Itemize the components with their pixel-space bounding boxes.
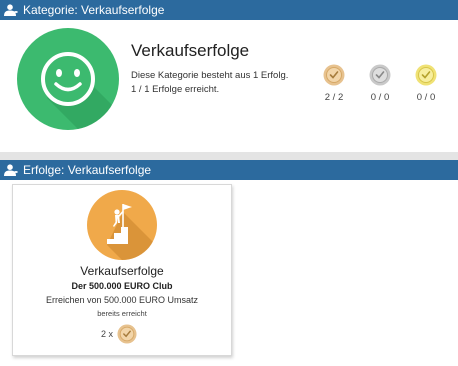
achievement-description: Erreichen von 500.000 EURO Umsatz bbox=[45, 295, 199, 305]
category-progress: 1 / 1 Erfolge erreicht. bbox=[131, 84, 220, 95]
achievements-header-title: Erfolge: Verkaufserfolge bbox=[23, 163, 152, 177]
medal-bronze: 2 / 2 bbox=[314, 64, 354, 103]
achievements-header: Erfolge: Verkaufserfolge bbox=[0, 160, 458, 180]
user-icon bbox=[4, 4, 18, 16]
smiley-face-icon bbox=[17, 28, 119, 130]
user-icon bbox=[4, 164, 18, 176]
silver-medal-icon bbox=[369, 64, 391, 86]
category-description-block: Diese Kategorie besteht aus 1 Erfolg. 1 … bbox=[131, 69, 288, 97]
bronze-medal-icon bbox=[117, 324, 137, 344]
achievement-count: 2 x bbox=[101, 324, 137, 344]
medal-silver-count: 0 / 0 bbox=[370, 92, 390, 103]
category-header: Kategorie: Verkaufserfolge bbox=[0, 0, 458, 20]
bronze-medal-icon bbox=[323, 64, 345, 86]
medal-bronze-count: 2 / 2 bbox=[324, 92, 344, 103]
achievement-count-label: 2 x bbox=[101, 329, 114, 339]
medal-gold: 0 / 0 bbox=[406, 64, 446, 103]
category-panel: Verkaufserfolge Diese Kategorie besteht … bbox=[0, 20, 458, 154]
achievement-card[interactable]: Verkaufserfolge Der 500.000 EURO Club Er… bbox=[12, 184, 232, 356]
medal-silver: 0 / 0 bbox=[360, 64, 400, 103]
achievement-status: bereits erreicht bbox=[97, 309, 147, 318]
achievement-name: Der 500.000 EURO Club bbox=[71, 281, 173, 291]
category-description: Diese Kategorie besteht aus 1 Erfolg. bbox=[131, 70, 289, 81]
summit-flag-climber-icon bbox=[87, 190, 157, 260]
category-header-title: Kategorie: Verkaufserfolge bbox=[23, 3, 165, 17]
gold-medal-icon bbox=[415, 64, 437, 86]
medal-gold-count: 0 / 0 bbox=[416, 92, 436, 103]
section-divider bbox=[0, 152, 458, 160]
category-title: Verkaufserfolge bbox=[131, 41, 250, 60]
achievement-title: Verkaufserfolge bbox=[80, 264, 164, 278]
